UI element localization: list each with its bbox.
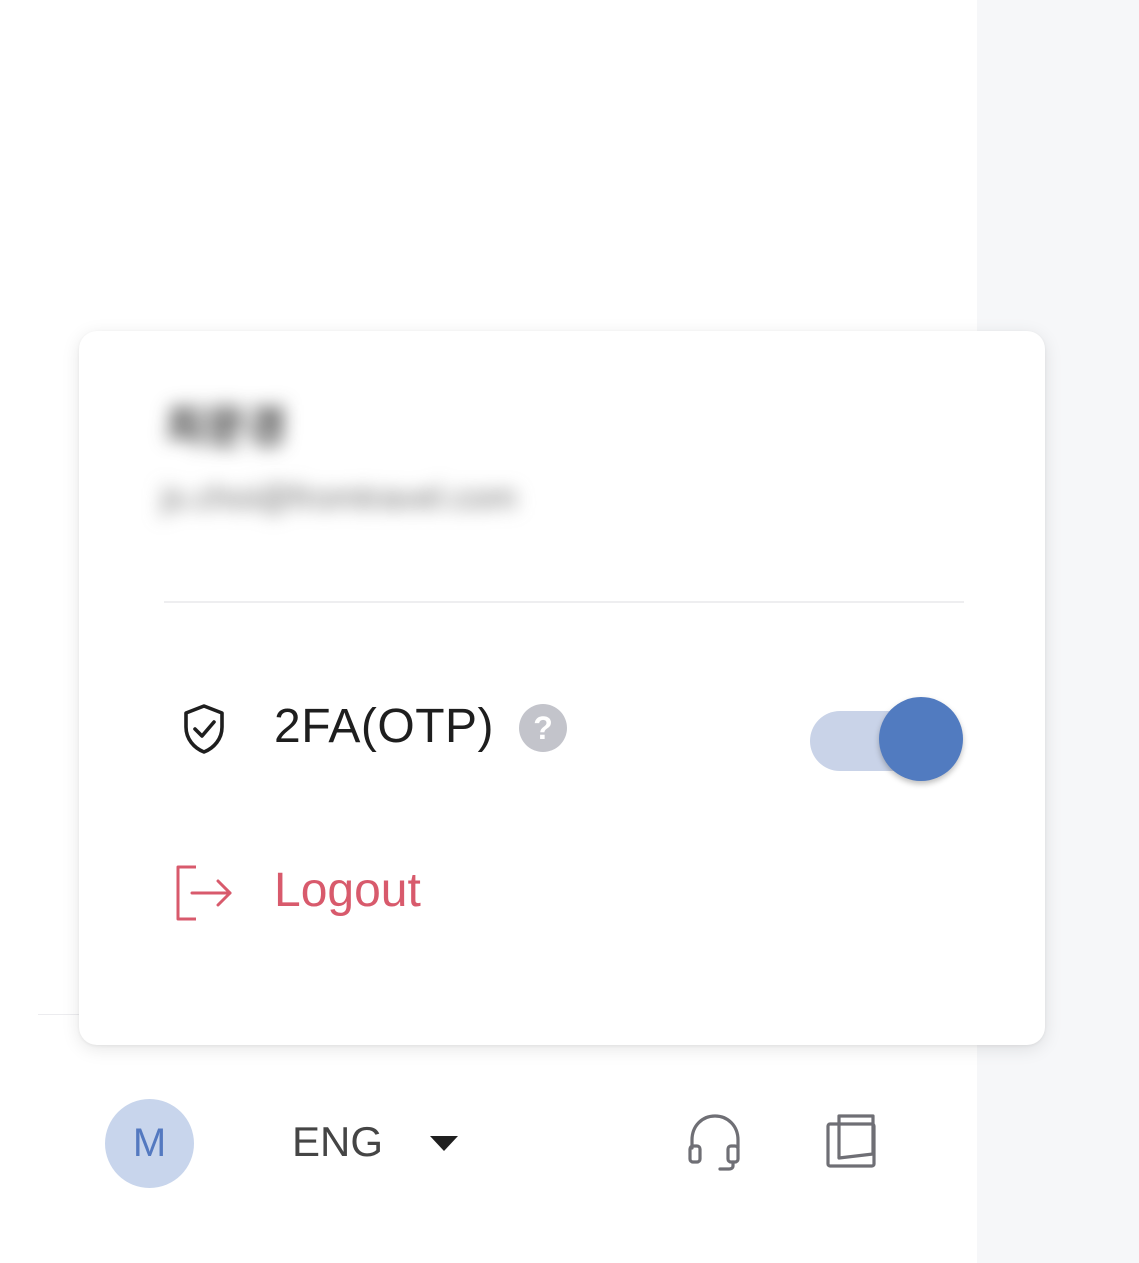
logout-icon (176, 865, 232, 921)
twofa-setting-row: 2FA(OTP) ? (164, 671, 964, 781)
bottom-bar: M ENG (0, 1090, 977, 1200)
twofa-toggle[interactable] (810, 697, 964, 783)
chevron-down-icon (430, 1136, 458, 1151)
language-select[interactable]: ENG (292, 1116, 472, 1176)
shield-check-icon (184, 704, 224, 754)
user-name: 최문경 (165, 403, 287, 452)
twofa-label: 2FA(OTP) (274, 700, 495, 753)
avatar[interactable]: M (105, 1099, 194, 1188)
menu-divider (164, 601, 964, 603)
logout-label: Logout (274, 864, 421, 917)
language-value: ENG (292, 1118, 384, 1165)
logout-button[interactable]: Logout (164, 841, 564, 931)
user-menu-popup: 최문경 js.choi@fromtravel.com 2FA(OTP) ? Lo… (79, 331, 1045, 1045)
help-icon[interactable]: ? (519, 704, 567, 752)
book-icon[interactable] (823, 1110, 881, 1170)
toggle-knob (879, 697, 963, 781)
screen: { "user_menu": { "user_name": "최문경", "us… (0, 0, 1139, 1263)
user-email: js.choi@fromtravel.com (161, 479, 517, 517)
headset-icon[interactable] (686, 1110, 744, 1172)
